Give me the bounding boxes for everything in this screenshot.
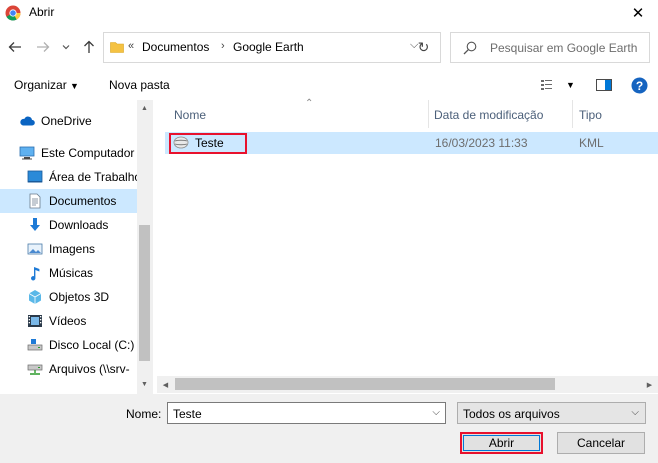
- title-bar: Abrir ✕: [0, 0, 658, 26]
- sidebar-item-label: Área de Trabalho: [49, 170, 142, 184]
- filename-dropdown-icon[interactable]: ⌵: [432, 407, 440, 418]
- sidebar-item-este-computador[interactable]: Este Computador: [0, 141, 137, 165]
- filename-value: Teste: [173, 407, 202, 421]
- refresh-button[interactable]: ↻: [407, 32, 441, 63]
- open-button-focus-ring: [463, 435, 540, 451]
- sidebar-item-videos[interactable]: Vídeos: [0, 309, 137, 333]
- kml-file-icon: [173, 136, 189, 149]
- sidebar-item-label: Este Computador: [41, 146, 135, 160]
- sort-ascending-icon: ⌃: [305, 98, 314, 109]
- folder-icon: [110, 42, 124, 53]
- sidebar-item-label: Disco Local (C:): [49, 338, 135, 352]
- sidebar-item-label: Imagens: [49, 242, 96, 256]
- desktop-icon: [27, 170, 43, 183]
- recent-locations-chevron-icon[interactable]: [61, 39, 71, 55]
- documents-icon: [29, 193, 41, 209]
- scroll-right-arrow-icon[interactable]: ▶: [641, 376, 658, 393]
- sidebar-item-onedrive[interactable]: OneDrive: [0, 109, 137, 133]
- filetype-value: Todos os arquivos: [463, 407, 560, 421]
- sidebar-item-downloads[interactable]: Downloads: [0, 213, 137, 237]
- search-box[interactable]: Pesquisar em Google Earth: [450, 32, 650, 63]
- open-button[interactable]: Abrir: [460, 432, 543, 454]
- table-row[interactable]: Teste 16/03/2023 11:33 KML: [165, 132, 658, 154]
- sidebar-item-label: Documentos: [49, 194, 117, 208]
- close-button[interactable]: ✕: [618, 0, 658, 26]
- network-drive-icon: [27, 364, 43, 375]
- column-header-tipo[interactable]: Tipo: [573, 100, 658, 128]
- sidebar-item-label: Downloads: [49, 218, 109, 232]
- help-glyph: ?: [636, 79, 643, 93]
- sidebar-item-label: Músicas: [49, 266, 94, 280]
- navigation-pane: OneDrive Este Computador Área de Trabalh…: [0, 100, 152, 394]
- cancel-button[interactable]: Cancelar: [557, 432, 645, 454]
- chrome-icon: [5, 5, 21, 21]
- cube-icon: [28, 290, 42, 304]
- file-list: ⌃ Nome Data de modificação Tipo Teste 16…: [152, 98, 658, 394]
- sidebar-item-label: OneDrive: [41, 114, 92, 128]
- up-arrow-icon[interactable]: [81, 39, 97, 55]
- address-bar[interactable]: « Documentos › Google Earth ⌵: [103, 32, 441, 63]
- column-label: Tipo: [579, 108, 602, 122]
- sidebar-item-label: Arquivos (\\srv-: [49, 362, 130, 376]
- column-label: Nome: [174, 108, 207, 122]
- sidebar-item-label: Vídeos: [49, 314, 87, 328]
- view-options-icon[interactable]: [540, 77, 558, 93]
- column-header-data-modificacao[interactable]: Data de modificação: [429, 100, 572, 128]
- breadcrumb-separator[interactable]: ›: [221, 40, 225, 52]
- organize-chevron-icon: ▼: [70, 81, 79, 91]
- close-icon: ✕: [631, 5, 645, 22]
- sidebar-item-objetos-3d[interactable]: Objetos 3D: [0, 285, 137, 309]
- refresh-icon: ↻: [417, 39, 430, 55]
- organize-label: Organizar: [14, 78, 67, 92]
- sidebar-item-label: Objetos 3D: [49, 290, 110, 304]
- computer-icon: [19, 146, 35, 160]
- video-icon: [28, 315, 42, 327]
- sidebar-item-documentos[interactable]: Documentos: [0, 189, 137, 213]
- new-folder-button[interactable]: Nova pasta: [109, 78, 170, 92]
- music-icon: [31, 267, 40, 281]
- sidebar-scroll-thumb[interactable]: [139, 225, 150, 361]
- download-icon: [30, 218, 40, 231]
- search-icon: [463, 41, 477, 55]
- sidebar-item-musicas[interactable]: Músicas: [0, 261, 137, 285]
- search-placeholder: Pesquisar em Google Earth: [490, 41, 638, 55]
- file-name: Teste: [195, 136, 224, 150]
- filename-input[interactable]: Teste ⌵: [167, 402, 446, 424]
- horizontal-scroll-thumb[interactable]: [175, 378, 555, 390]
- sidebar-item-imagens[interactable]: Imagens: [0, 237, 137, 261]
- breadcrumb-overflow[interactable]: «: [128, 40, 134, 52]
- filetype-chevron-icon: ⌵: [631, 407, 639, 418]
- pictures-icon: [27, 243, 43, 255]
- breadcrumb-documentos[interactable]: Documentos: [142, 40, 209, 54]
- help-icon[interactable]: ?: [631, 77, 648, 94]
- scroll-left-arrow-icon[interactable]: ◀: [157, 376, 174, 393]
- scroll-up-arrow-icon[interactable]: ▲: [137, 101, 152, 116]
- drive-icon: [27, 339, 43, 351]
- command-toolbar: Organizar ▼ Nova pasta ▼ ?: [0, 72, 658, 100]
- file-modified: 16/03/2023 11:33: [435, 136, 528, 150]
- forward-arrow-icon[interactable]: [35, 39, 51, 55]
- cloud-icon: [20, 116, 35, 126]
- view-options-chevron-icon[interactable]: ▼: [566, 80, 575, 90]
- scroll-down-arrow-icon[interactable]: ▼: [137, 377, 152, 392]
- breadcrumb-google-earth[interactable]: Google Earth: [233, 40, 304, 54]
- preview-pane-icon[interactable]: [595, 77, 613, 93]
- cancel-button-label: Cancelar: [576, 436, 626, 450]
- sidebar-item-area-de-trabalho[interactable]: Área de Trabalho: [0, 165, 141, 189]
- file-type: KML: [579, 136, 604, 150]
- window-title: Abrir: [29, 5, 55, 19]
- organize-button[interactable]: Organizar ▼: [14, 78, 79, 92]
- column-label: Data de modificação: [434, 108, 544, 122]
- filetype-select[interactable]: Todos os arquivos ⌵: [457, 402, 646, 424]
- sidebar-item-arquivos-network[interactable]: Arquivos (\\srv-: [0, 357, 137, 381]
- column-header-nome[interactable]: ⌃ Nome: [165, 98, 428, 128]
- sidebar-item-disco-local[interactable]: Disco Local (C:): [0, 333, 137, 357]
- back-arrow-icon[interactable]: [7, 39, 23, 55]
- filename-label: Nome:: [126, 407, 162, 421]
